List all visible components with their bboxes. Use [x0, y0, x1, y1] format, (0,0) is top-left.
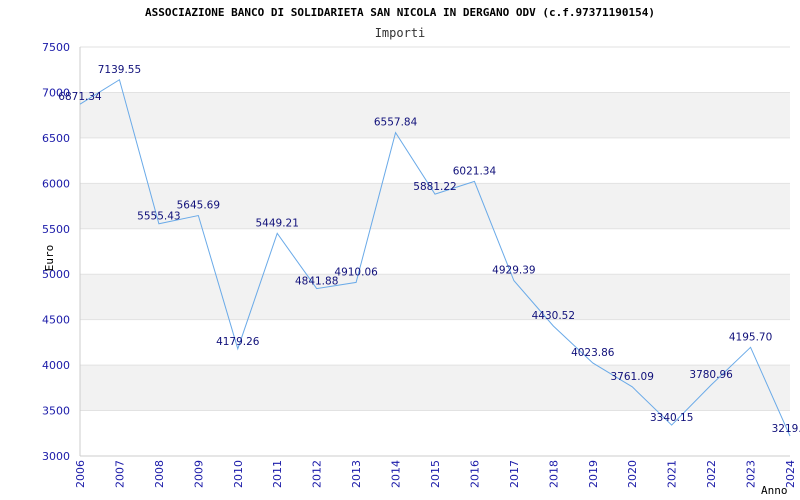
- data-label: 5555.43: [137, 211, 180, 223]
- x-tick-label: 2016: [468, 460, 481, 488]
- x-tick-label: 2014: [390, 460, 403, 488]
- y-tick-label: 4000: [42, 359, 70, 372]
- x-tick-label: 2015: [429, 460, 442, 488]
- grid-band: [80, 274, 790, 320]
- x-tick-label: 2007: [113, 460, 126, 488]
- data-label: 5449.21: [256, 217, 299, 229]
- data-label: 7139.55: [98, 64, 141, 76]
- data-label: 4023.86: [571, 347, 615, 359]
- x-tick-label: 2019: [587, 460, 600, 488]
- data-label: 3340.15: [650, 412, 693, 424]
- data-label: 4929.39: [492, 265, 535, 277]
- x-tick-label: 2006: [74, 460, 87, 488]
- x-tick-label: 2009: [192, 460, 205, 488]
- grid-band: [80, 92, 790, 138]
- data-label: 5881.22: [413, 181, 456, 193]
- data-label: 5645.69: [177, 200, 220, 212]
- data-label: 4430.52: [532, 310, 575, 322]
- x-tick-label: 2018: [547, 460, 560, 488]
- y-tick-label: 3500: [42, 405, 70, 418]
- x-tick-label: 2011: [271, 460, 284, 488]
- grid-band: [80, 365, 790, 411]
- grid-bands: [80, 92, 790, 411]
- x-tick-label: 2010: [232, 460, 245, 488]
- y-tick-label: 6500: [42, 132, 70, 145]
- data-label: 4195.70: [729, 331, 772, 343]
- x-tick-label: 2013: [350, 460, 363, 488]
- x-tick-label: 2023: [745, 460, 758, 488]
- data-label: 4841.88: [295, 276, 338, 288]
- data-label: 3780.96: [689, 369, 733, 381]
- data-label: 6021.34: [453, 165, 497, 177]
- y-tick-label: 6000: [42, 177, 70, 190]
- data-label: 3219.3: [772, 423, 800, 435]
- y-tick-label: 7500: [42, 41, 70, 54]
- data-label: 6871.34: [58, 91, 102, 103]
- y-axis-label: Euro: [43, 245, 56, 272]
- x-axis-label: Anno: [761, 484, 788, 497]
- x-tick-labels: 2006 2007 2008 2009 2010 2011 2012 2013 2014 2015…: [74, 460, 797, 488]
- x-tick-label: 2022: [705, 460, 718, 488]
- line-chart: 3000350040004500500055006000650070007500…: [42, 41, 800, 497]
- data-label: 6557.84: [374, 117, 418, 129]
- x-tick-label: 2020: [626, 460, 639, 488]
- data-label: 3761.09: [611, 371, 654, 383]
- x-tick-label: 2012: [311, 460, 324, 488]
- y-tick-label: 4500: [42, 314, 70, 327]
- y-tick-label: 5500: [42, 223, 70, 236]
- y-tick-label: 3000: [42, 450, 70, 463]
- data-label: 4179.26: [216, 336, 260, 348]
- x-tick-label: 2021: [666, 460, 679, 488]
- x-tick-label: 2017: [508, 460, 521, 488]
- data-label: 4910.06: [334, 266, 378, 278]
- x-tick-label: 2008: [153, 460, 166, 488]
